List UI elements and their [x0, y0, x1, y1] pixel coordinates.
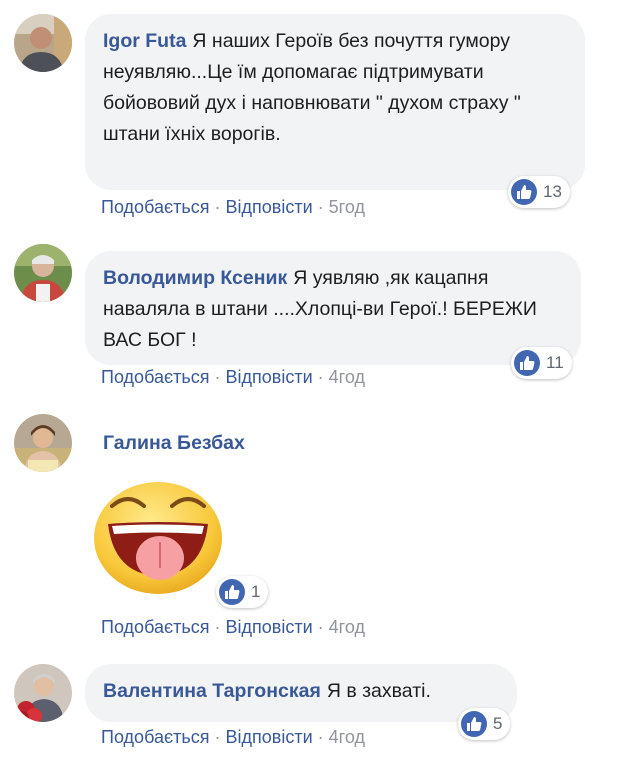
reaction-count[interactable]: 11: [511, 347, 572, 379]
like-link[interactable]: Подобається: [101, 367, 210, 387]
reaction-count-value: 1: [251, 582, 261, 601]
separator: ·: [317, 197, 324, 217]
reaction-count[interactable]: 1: [216, 576, 269, 608]
avatar-photo: [14, 414, 72, 472]
like-link[interactable]: Подобається: [101, 617, 210, 637]
reaction-count[interactable]: 5: [458, 708, 511, 740]
separator: ·: [214, 197, 221, 217]
comment-author[interactable]: Igor Futa: [103, 30, 186, 52]
comment: Володимир Ксеник Я уявляю ,як кацапня нав…: [0, 230, 640, 400]
reply-link[interactable]: Відповісти: [226, 727, 313, 747]
separator: ·: [214, 727, 221, 747]
reply-link[interactable]: Відповісти: [226, 617, 313, 637]
like-icon: [511, 179, 537, 205]
like-link[interactable]: Подобається: [101, 727, 210, 747]
comment-time[interactable]: 4год: [329, 617, 365, 637]
separator: ·: [214, 367, 221, 387]
like-icon: [219, 579, 245, 605]
avatar[interactable]: [14, 14, 72, 72]
comment-actions: Подобається · Відповісти · 4год: [101, 617, 365, 638]
avatar[interactable]: [14, 664, 72, 722]
avatar-photo: [14, 14, 72, 72]
comment-author[interactable]: Галина Безбах: [103, 432, 245, 455]
comment-actions: Подобається · Відповісти · 4год: [101, 727, 365, 748]
comment-bubble: Валентина Таргонская Я в захваті.: [85, 664, 517, 722]
reaction-count-value: 5: [493, 714, 503, 733]
comment-bubble: Володимир Ксеник Я уявляю ,як кацапня нав…: [85, 251, 581, 365]
avatar-photo: [14, 244, 72, 302]
comment: Галина Безбах 1 Подобається · Відповісти…: [0, 400, 640, 650]
avatar[interactable]: [14, 244, 72, 302]
comment-text: Я в захваті.: [326, 680, 431, 702]
like-link[interactable]: Подобається: [101, 197, 210, 217]
tongue-out-emoji-sticker: [90, 476, 226, 596]
reply-link[interactable]: Відповісти: [226, 367, 313, 387]
reaction-count-value: 11: [546, 353, 564, 372]
separator: ·: [317, 617, 324, 637]
avatar[interactable]: [14, 414, 72, 472]
comment-author[interactable]: Валентина Таргонская: [103, 680, 321, 702]
reply-link[interactable]: Відповісти: [226, 197, 313, 217]
like-icon: [461, 711, 487, 737]
comment-time[interactable]: 4год: [329, 367, 365, 387]
reaction-count-value: 13: [543, 182, 562, 201]
avatar-photo: [14, 664, 72, 722]
like-icon: [514, 350, 540, 376]
separator: ·: [317, 727, 324, 747]
comment-time[interactable]: 5год: [329, 197, 365, 217]
comment-bubble: Igor Futa Я наших Героїв без почуття гумо…: [85, 14, 585, 190]
comment: Igor Futa Я наших Героїв без почуття гумо…: [0, 0, 640, 230]
comment-time[interactable]: 4год: [329, 727, 365, 747]
separator: ·: [214, 617, 221, 637]
reaction-count[interactable]: 13: [508, 176, 570, 208]
separator: ·: [317, 367, 324, 387]
comment-actions: Подобається · Відповісти · 5год: [101, 197, 365, 218]
comment-author[interactable]: Володимир Ксеник: [103, 267, 287, 289]
comment-actions: Подобається · Відповісти · 4год: [101, 367, 365, 388]
comment: Валентина Таргонская Я в захваті. 5 Подоб…: [0, 650, 640, 757]
